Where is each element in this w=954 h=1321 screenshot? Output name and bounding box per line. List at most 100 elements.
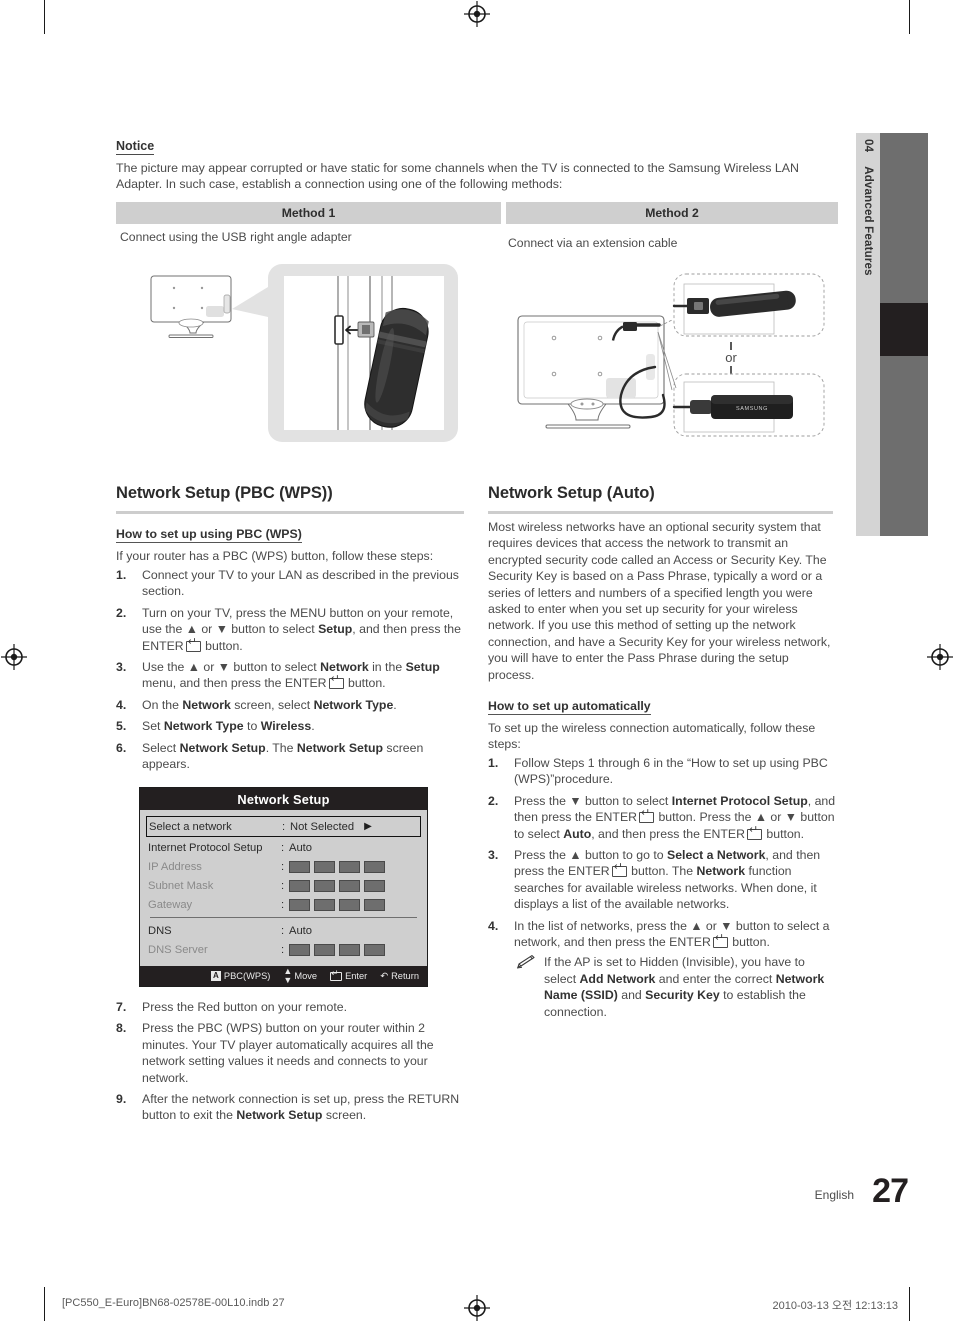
- osd-title: Network Setup: [140, 788, 427, 810]
- chapter-tab-text: 04 Advanced Features: [856, 133, 880, 536]
- step-number: 4.: [488, 918, 499, 933]
- step-number: 1.: [116, 568, 127, 582]
- list-item: 2. Turn on your TV, press the MENU butto…: [116, 605, 468, 654]
- osd-label: Subnet Mask: [148, 879, 214, 892]
- osd-label: Internet Protocol Setup: [148, 841, 263, 854]
- crop-mark-bottom-left: [44, 1287, 46, 1321]
- osd-footer-label: Return: [391, 971, 419, 981]
- return-arrow-icon: ↶: [380, 970, 389, 981]
- step-text: Press the ▲ button to go to Select a Net…: [514, 848, 820, 911]
- enter-key-icon: [747, 825, 763, 840]
- right-steps-list: 1. Follow Steps 1 through 6 in the “How …: [488, 755, 838, 1025]
- step-text: Press the Red button on your remote.: [142, 1000, 348, 1014]
- list-item: 2. Press the ▼ button to select Internet…: [488, 793, 838, 842]
- left-subheading: How to set up using PBC (WPS): [116, 527, 302, 543]
- osd-value: Not Selected: [290, 820, 355, 833]
- left-steps-list-continued: 7. Press the Red button on your remote. …: [116, 999, 468, 1129]
- osd-label: DNS: [148, 924, 172, 937]
- crop-mark-top-right: [909, 0, 911, 34]
- ip-octet-fields: [289, 860, 385, 873]
- osd-row-subnet-mask: Subnet Mask :: [148, 876, 419, 895]
- osd-colon: :: [282, 820, 286, 833]
- right-intro-text: Most wireless networks have an optional …: [488, 520, 831, 682]
- footer-language: English: [814, 1188, 854, 1202]
- osd-footer-enter[interactable]: Enter: [330, 969, 367, 981]
- registration-mark-top: [464, 1, 490, 27]
- chevron-right-icon: ▶: [364, 821, 372, 832]
- osd-colon: :: [281, 879, 285, 892]
- letter-a-key-icon: A: [210, 971, 221, 981]
- osd-value-wrap: : Auto: [281, 842, 419, 854]
- step-number: 2.: [116, 605, 127, 620]
- enter-key-icon: [328, 674, 344, 690]
- osd-row-gateway: Gateway :: [148, 895, 419, 914]
- step-number: 7.: [116, 1000, 127, 1014]
- osd-row-dns-server: DNS Server :: [148, 940, 419, 959]
- step-text: Select Network Setup. The Network Setup …: [142, 740, 424, 772]
- list-item: 9. After the network connection is set u…: [116, 1091, 468, 1124]
- osd-row-select-a-network[interactable]: Select a network : Not Selected ▶: [146, 816, 421, 837]
- step-number: 3.: [488, 848, 499, 863]
- step-number: 1.: [488, 756, 499, 770]
- left-intro-text: If your router has a PBC (WPS) button, f…: [116, 549, 434, 563]
- notice-body: The picture may appear corrupted or have…: [116, 161, 799, 192]
- crop-mark-top-left: [44, 0, 46, 34]
- osd-value-wrap: :: [281, 898, 419, 911]
- osd-row-internet-protocol-setup[interactable]: Internet Protocol Setup : Auto: [148, 838, 419, 857]
- osd-footer-pbc[interactable]: A PBC(WPS): [210, 971, 270, 981]
- osd-divider: [150, 917, 417, 918]
- list-item: 1. Follow Steps 1 through 6 in the “How …: [488, 755, 838, 788]
- list-item: 6. Select Network Setup. The Network Set…: [116, 740, 468, 773]
- step-text: On the Network screen, select Network Ty…: [142, 697, 397, 712]
- gateway-octet-fields: [289, 898, 385, 911]
- osd-colon: :: [281, 860, 285, 873]
- list-item: 4. In the list of networks, press the ▲ …: [488, 918, 838, 1020]
- svg-text:or: or: [725, 350, 737, 365]
- enter-key-icon: [639, 808, 655, 824]
- osd-colon: :: [281, 841, 285, 854]
- step-text: Press the ▼ button to select Internet Pr…: [514, 794, 835, 841]
- dns-octet-fields: [289, 943, 385, 956]
- osd-label: Select a network: [149, 820, 232, 833]
- osd-body: Select a network : Not Selected ▶ Intern…: [140, 810, 427, 959]
- osd-label: Gateway: [148, 898, 193, 911]
- left-steps-list: 1. Connect your TV to your LAN as descri…: [116, 567, 468, 777]
- osd-colon: :: [281, 898, 285, 911]
- chapter-bar-active-segment: [880, 303, 928, 356]
- pencil-note-icon: [516, 955, 536, 969]
- step-text: Press the PBC (WPS) button on your route…: [142, 1021, 434, 1085]
- list-item: 1. Connect your TV to your LAN as descri…: [116, 567, 468, 600]
- method-1-illustration: [116, 262, 501, 447]
- up-down-arrow-icon: ▲ ▼: [283, 966, 292, 985]
- registration-mark-bottom: [464, 1295, 490, 1321]
- notice-heading: Notice: [116, 139, 155, 155]
- manual-page: 04 Advanced Features Notice The picture …: [0, 0, 954, 1321]
- chapter-title: Advanced Features: [862, 166, 874, 276]
- osd-label: IP Address: [148, 860, 202, 873]
- list-item: 4. On the Network screen, select Network…: [116, 697, 468, 713]
- enter-key-icon: [712, 933, 728, 949]
- osd-row-dns[interactable]: DNS : Auto: [148, 921, 419, 940]
- osd-footer-move: ▲ ▼ Move: [283, 967, 317, 985]
- method-2-header: Method 2: [506, 202, 838, 224]
- method-2-illustration: or SAMSUNG: [506, 262, 838, 447]
- osd-value-wrap: :: [281, 879, 419, 892]
- osd-colon: :: [281, 943, 285, 956]
- right-intro2-text: To set up the wireless connection automa…: [488, 721, 816, 752]
- step-text: Connect your TV to your LAN as described…: [142, 568, 459, 599]
- samsung-brand-label: SAMSUNG: [736, 406, 768, 412]
- list-item: 8. Press the PBC (WPS) button on your ro…: [116, 1020, 468, 1086]
- enter-key-icon: [330, 969, 343, 981]
- right-subheading: How to set up automatically: [488, 699, 651, 715]
- chapter-tab: 04 Advanced Features: [856, 133, 880, 536]
- enter-key-icon: [611, 862, 627, 878]
- step-number: 2.: [488, 793, 499, 808]
- step-number: 4.: [116, 697, 127, 712]
- step-number: 6.: [116, 740, 127, 755]
- right-section-title: Network Setup (Auto): [488, 484, 655, 502]
- imprint-right: 2010-03-13 오전 12:13:13: [772, 1300, 898, 1312]
- osd-footer-bar: A PBC(WPS) ▲▼ Move Enter ↶ Return: [140, 966, 427, 986]
- note-block: If the AP is set to Hidden (Invisible), …: [514, 954, 838, 1020]
- osd-footer-return[interactable]: ↶ Return: [380, 971, 419, 982]
- enter-key-icon: [185, 637, 201, 652]
